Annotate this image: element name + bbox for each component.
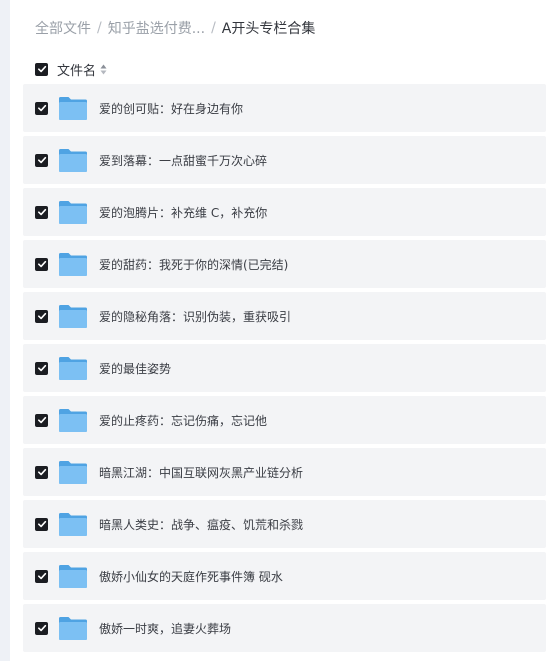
folder-icon — [58, 459, 88, 485]
check-icon — [37, 520, 46, 528]
file-name[interactable]: 爱的隐秘角落：识别伪装，重获吸引 — [99, 308, 291, 325]
list-item[interactable]: 傲娇小仙女的天庭作死事件簿 砚水 — [23, 552, 546, 600]
list-item[interactable]: 爱的最佳姿势 — [23, 344, 546, 392]
file-name[interactable]: 爱的最佳姿势 — [99, 360, 171, 377]
breadcrumb: 全部文件 / 知乎盐选付费... / A开头专栏合集 — [35, 17, 315, 39]
file-name[interactable]: 傲娇一时爽，追妻火葬场 — [99, 620, 231, 637]
select-all-checkbox[interactable] — [35, 62, 48, 76]
row-checkbox[interactable] — [35, 205, 48, 219]
file-panel: 全部文件 / 知乎盐选付费... / A开头专栏合集 文件名 爱的创可贴：好在身… — [10, 0, 546, 661]
folder-icon — [58, 303, 88, 329]
breadcrumb-separator: / — [211, 20, 216, 36]
file-name[interactable]: 爱的甜药：我死于你的深情(已完结) — [99, 256, 288, 273]
row-checkbox[interactable] — [35, 413, 48, 427]
check-icon — [37, 468, 46, 476]
check-icon — [37, 65, 46, 73]
list-item[interactable]: 傲娇一时爽，追妻火葬场 — [23, 604, 546, 652]
row-checkbox[interactable] — [35, 101, 48, 115]
row-checkbox[interactable] — [35, 465, 48, 479]
check-icon — [37, 260, 46, 268]
file-list: 爱的创可贴：好在身边有你 爱到落幕：一点甜蜜千万次心碎 爱的泡腾片：补充维 C，… — [23, 84, 546, 656]
row-checkbox[interactable] — [35, 257, 48, 271]
file-name[interactable]: 暗黑江湖：中国互联网灰黑产业链分析 — [99, 464, 303, 481]
check-icon — [37, 312, 46, 320]
list-item[interactable]: 爱的泡腾片：补充维 C，补充你 — [23, 188, 546, 236]
folder-icon — [58, 511, 88, 537]
check-icon — [37, 104, 46, 112]
row-checkbox[interactable] — [35, 569, 48, 583]
list-item[interactable]: 爱的止疼药：忘记伤痛，忘记他 — [23, 396, 546, 444]
list-item[interactable]: 爱的甜药：我死于你的深情(已完结) — [23, 240, 546, 288]
list-item[interactable]: 暗黑人类史：战争、瘟疫、饥荒和杀戮 — [23, 500, 546, 548]
folder-icon — [58, 147, 88, 173]
sort-icon[interactable] — [100, 64, 107, 75]
folder-icon — [58, 615, 88, 641]
row-checkbox[interactable] — [35, 361, 48, 375]
file-name[interactable]: 傲娇小仙女的天庭作死事件簿 砚水 — [99, 568, 283, 585]
list-item[interactable]: 爱的隐秘角落：识别伪装，重获吸引 — [23, 292, 546, 340]
folder-icon — [58, 199, 88, 225]
folder-icon — [58, 563, 88, 589]
column-header-filename[interactable]: 文件名 — [57, 60, 96, 79]
breadcrumb-parent-folder[interactable]: 知乎盐选付费... — [108, 18, 205, 38]
folder-icon — [58, 251, 88, 277]
file-name[interactable]: 爱到落幕：一点甜蜜千万次心碎 — [99, 152, 267, 169]
list-item[interactable]: 爱的创可贴：好在身边有你 — [23, 84, 546, 132]
check-icon — [37, 624, 46, 632]
check-icon — [37, 156, 46, 164]
list-header: 文件名 — [35, 59, 107, 79]
breadcrumb-all-files[interactable]: 全部文件 — [35, 18, 91, 38]
row-checkbox[interactable] — [35, 153, 48, 167]
check-icon — [37, 208, 46, 216]
breadcrumb-separator: / — [97, 20, 102, 36]
row-checkbox[interactable] — [35, 517, 48, 531]
file-name[interactable]: 爱的创可贴：好在身边有你 — [99, 100, 243, 117]
folder-icon — [58, 407, 88, 433]
folder-icon — [58, 355, 88, 381]
row-checkbox[interactable] — [35, 309, 48, 323]
row-checkbox[interactable] — [35, 621, 48, 635]
list-item[interactable]: 爱到落幕：一点甜蜜千万次心碎 — [23, 136, 546, 184]
check-icon — [37, 364, 46, 372]
list-item[interactable]: 暗黑江湖：中国互联网灰黑产业链分析 — [23, 448, 546, 496]
file-name[interactable]: 暗黑人类史：战争、瘟疫、饥荒和杀戮 — [99, 516, 303, 533]
folder-icon — [58, 95, 88, 121]
check-icon — [37, 572, 46, 580]
file-name[interactable]: 爱的泡腾片：补充维 C，补充你 — [99, 204, 267, 221]
check-icon — [37, 416, 46, 424]
file-name[interactable]: 爱的止疼药：忘记伤痛，忘记他 — [99, 412, 267, 429]
breadcrumb-current-folder: A开头专栏合集 — [221, 21, 316, 37]
